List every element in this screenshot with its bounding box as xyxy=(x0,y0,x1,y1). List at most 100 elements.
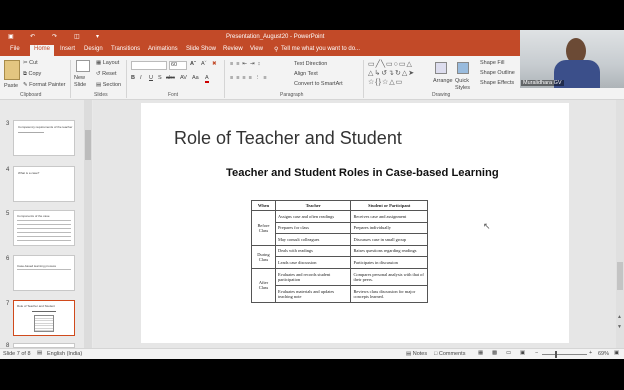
presenter-icon[interactable]: ◫ xyxy=(74,33,80,40)
proofing-icon[interactable]: ▤ xyxy=(37,350,42,356)
tab-animations[interactable]: Animations xyxy=(148,46,178,52)
zoom-out-icon[interactable]: − xyxy=(535,350,538,356)
cut-label: Cut xyxy=(29,60,38,66)
tab-view[interactable]: View xyxy=(250,46,263,52)
alignment-icons[interactable]: ≡≡≡≡⋮≡ xyxy=(230,75,270,81)
language-indicator[interactable]: English (India) xyxy=(47,351,82,357)
copy-button[interactable]: ⧉ Copy xyxy=(23,71,41,78)
slide-title[interactable]: Role of Teacher and Student xyxy=(174,128,402,149)
slide-thumbnail-3[interactable]: Competency requirements of the teacher xyxy=(13,120,75,156)
table-cell-when: Before Class xyxy=(251,210,276,246)
thumb-number: 6 xyxy=(6,256,10,262)
tab-insert[interactable]: Insert xyxy=(60,46,75,52)
tab-slide-show[interactable]: Slide Show xyxy=(186,46,216,52)
underline-button[interactable]: U xyxy=(149,75,153,81)
canvas-scrollbar[interactable]: ▲ ▼ xyxy=(616,100,624,348)
cut-button[interactable]: ✂ Cut xyxy=(23,60,38,66)
copy-label: Copy xyxy=(28,71,42,77)
zoom-level[interactable]: 69% xyxy=(598,351,609,357)
reset-button[interactable]: ↺ Reset xyxy=(96,71,117,77)
lightbulb-icon: ⚲ xyxy=(274,47,279,53)
fit-to-window-icon[interactable]: ▣ xyxy=(614,350,619,356)
section-button[interactable]: ▤ Section xyxy=(96,82,121,88)
table-cell-when: After Class xyxy=(251,267,276,303)
tab-transitions[interactable]: Transitions xyxy=(111,46,140,52)
grow-font-icon[interactable]: Aˆ xyxy=(190,61,196,67)
window-title: Presentation_August20 - PowerPoint xyxy=(226,34,325,40)
save-icon[interactable]: ▣ xyxy=(8,33,14,40)
zoom-slider-thumb[interactable] xyxy=(555,351,557,358)
paste-icon[interactable] xyxy=(4,60,20,80)
slide-7[interactable]: Role of Teacher and Student Teacher and … xyxy=(141,103,569,343)
slide-subtitle[interactable]: Teacher and Student Roles in Case-based … xyxy=(226,167,499,179)
tell-me-input[interactable]: Tell me what you want to do... xyxy=(281,46,360,52)
zoom-in-icon[interactable]: + xyxy=(589,350,592,356)
strikethrough-button[interactable]: abc xyxy=(166,75,175,81)
font-size-input[interactable]: 60 xyxy=(169,61,187,70)
table-cell: Prepares for class xyxy=(274,221,352,234)
arrange-icon[interactable] xyxy=(435,62,447,74)
format-painter-button[interactable]: ✎ Format Painter xyxy=(23,82,66,88)
shape-outline-button[interactable]: Shape Outline xyxy=(480,70,515,76)
thumb-number: 5 xyxy=(6,211,10,217)
char-spacing-button[interactable]: AV xyxy=(180,75,187,81)
thumb-line xyxy=(18,132,44,133)
slideshow-view-icon[interactable]: ▣ xyxy=(520,350,525,356)
clipboard-group-label: Clipboard xyxy=(20,92,42,98)
paste-button-label[interactable]: Paste xyxy=(4,83,18,89)
table-row: Before Class Assigns case and often read… xyxy=(251,210,428,246)
change-case-button[interactable]: Aa xyxy=(192,75,199,81)
align-text-button[interactable]: Align Text xyxy=(294,71,318,77)
new-slide-icon[interactable] xyxy=(76,60,90,72)
shrink-font-icon[interactable]: Aˇ xyxy=(201,61,207,67)
arrange-button[interactable]: Arrange xyxy=(433,78,453,84)
slide-thumbnail-7-selected[interactable]: Role of Teacher and Student xyxy=(13,300,75,336)
shape-effects-button[interactable]: Shape Effects xyxy=(480,80,514,86)
panel-scrollbar-thumb[interactable] xyxy=(85,130,91,160)
notes-button[interactable]: ▤ Notes xyxy=(406,351,427,357)
roles-table[interactable]: When Teacher Student or Participant Befo… xyxy=(251,200,428,303)
panel-scrollbar[interactable] xyxy=(84,100,92,348)
font-color-button[interactable]: A xyxy=(205,75,209,83)
italic-button[interactable]: I xyxy=(140,75,142,81)
table-cell: May consult colleagues xyxy=(274,233,352,246)
slide-sorter-icon[interactable]: ▩ xyxy=(492,350,497,356)
slide-thumbnail-5[interactable]: Components of the case xyxy=(13,210,75,246)
shape-fill-button[interactable]: Shape Fill xyxy=(480,60,504,66)
undo-icon[interactable]: ↶ xyxy=(30,33,35,40)
quick-styles-button[interactable]: Quick Styles xyxy=(455,78,477,92)
next-slide-icon[interactable]: ▼ xyxy=(617,324,622,330)
bullets-icons[interactable]: ≡≡⇤⇥↕ xyxy=(230,61,263,67)
clear-format-icon[interactable]: ✖ xyxy=(212,61,217,67)
customize-icon[interactable]: ▾ xyxy=(96,33,99,40)
slide-thumbnail-4[interactable]: What is a case? xyxy=(13,166,75,202)
shapes-gallery[interactable]: ▭╱╲▭○▭△ △↳↺↴↻△➤ ☆{}☆△▭ xyxy=(368,60,430,90)
slide-counter: Slide 7 of 8 xyxy=(3,351,31,357)
separator xyxy=(126,60,127,98)
ribbon-tabs: File Home Insert Design Transitions Anim… xyxy=(0,44,520,56)
zoom-slider[interactable] xyxy=(542,351,587,358)
tab-home[interactable]: Home xyxy=(30,45,55,56)
table-cell: Discusses case in small group xyxy=(350,233,428,246)
tab-review[interactable]: Review xyxy=(223,46,243,52)
reading-view-icon[interactable]: ▭ xyxy=(506,350,511,356)
redo-icon[interactable]: ↷ xyxy=(52,33,57,40)
text-direction-button[interactable]: Text Direction xyxy=(294,61,327,67)
bold-button[interactable]: B xyxy=(131,75,135,81)
quick-styles-icon[interactable] xyxy=(457,62,469,74)
notes-label: Notes xyxy=(412,351,428,357)
layout-button[interactable]: ▦ Layout xyxy=(96,60,119,66)
tab-file[interactable]: File xyxy=(10,46,20,52)
prev-slide-icon[interactable]: ▲ xyxy=(617,314,622,320)
tab-design[interactable]: Design xyxy=(84,46,103,52)
slide-thumbnail-6[interactable]: Case-based learning process xyxy=(13,255,75,291)
normal-view-icon[interactable]: ▦ xyxy=(478,350,483,356)
convert-smartart-button[interactable]: Convert to SmartArt xyxy=(294,81,343,87)
comments-button[interactable]: □ Comments xyxy=(434,351,465,357)
format-painter-label: Format Painter xyxy=(29,82,66,88)
canvas-scrollbar-thumb[interactable] xyxy=(617,262,623,290)
shadow-button[interactable]: S xyxy=(158,75,162,81)
new-slide-button[interactable]: New Slide xyxy=(74,75,92,89)
mouse-pointer-icon: ↖ xyxy=(483,221,491,231)
font-name-input[interactable] xyxy=(131,61,167,70)
